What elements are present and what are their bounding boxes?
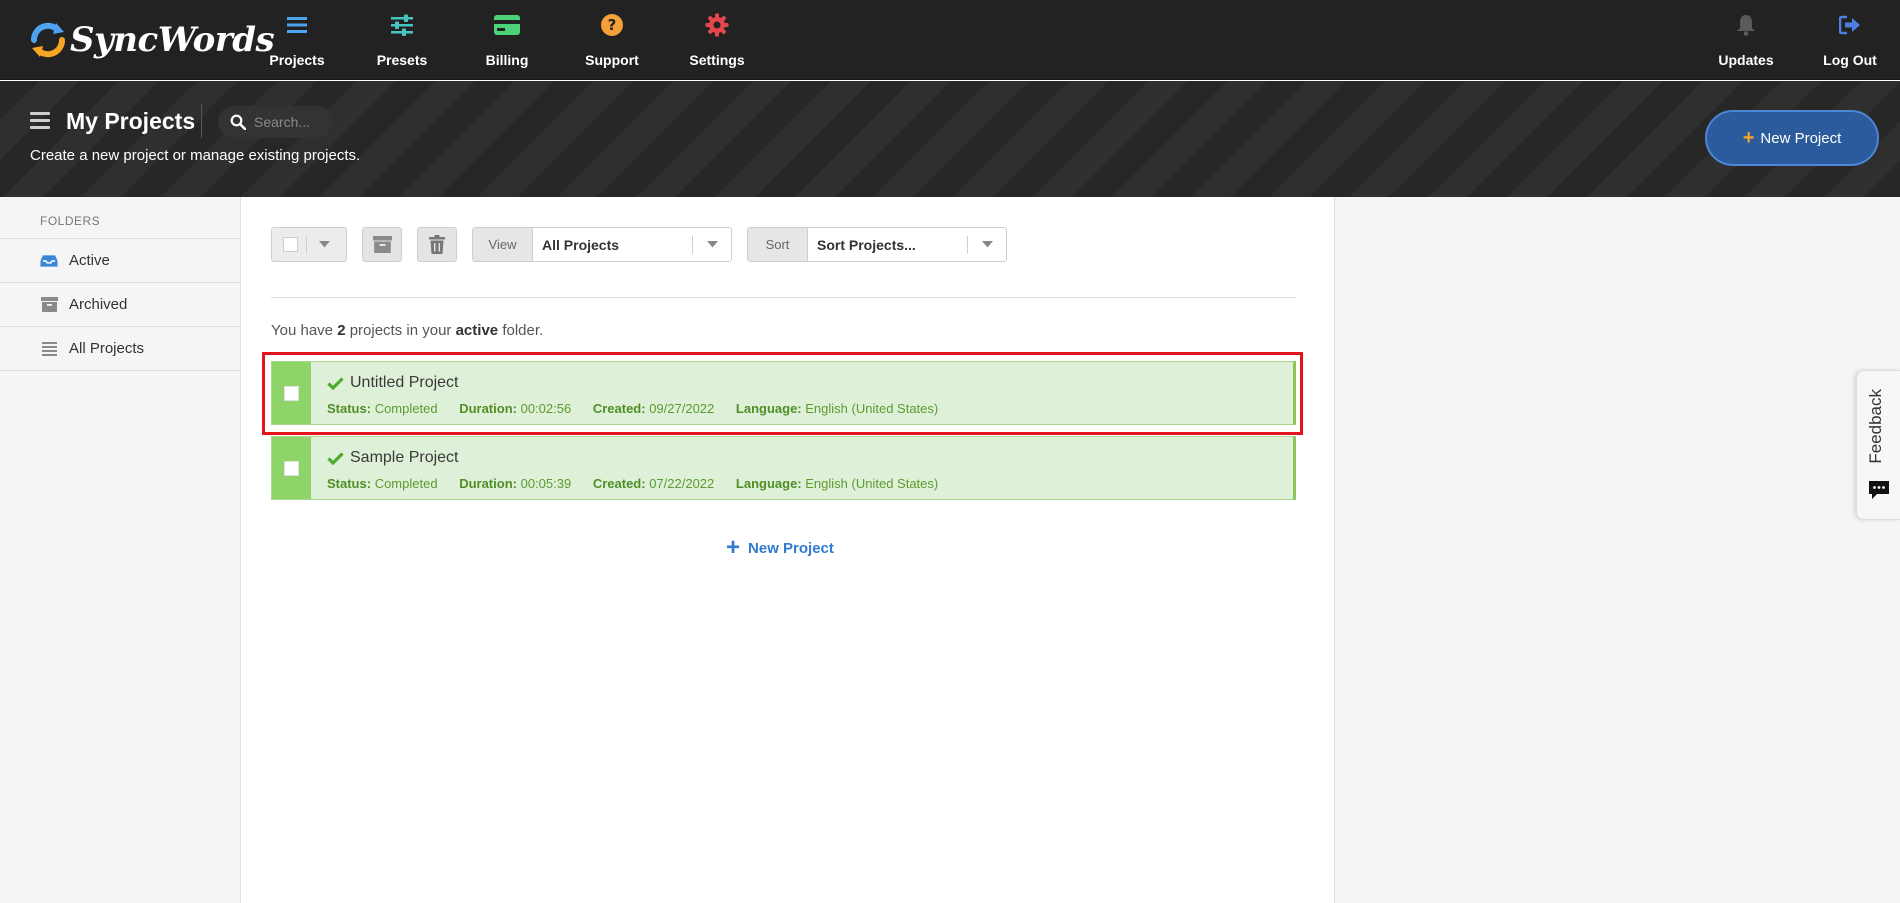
- archive-button[interactable]: [362, 227, 402, 262]
- nav-settings[interactable]: Settings: [667, 0, 767, 80]
- toolbar-divider: [271, 297, 1296, 298]
- sort-label: Sort: [748, 228, 808, 261]
- logo-sync-icon: [30, 22, 66, 58]
- project-name: Sample Project: [350, 449, 459, 466]
- list-icon: [284, 12, 310, 38]
- view-label: View: [473, 228, 533, 261]
- sidebar-item-active[interactable]: Active: [0, 239, 240, 283]
- nav-billing[interactable]: Billing: [457, 0, 557, 80]
- folders-sidebar: FOLDERS Active Archived All Projects: [0, 197, 241, 903]
- project-checkbox[interactable]: [284, 460, 299, 476]
- folders-heading: FOLDERS: [0, 197, 240, 239]
- new-project-button-label: New Project: [1760, 129, 1842, 147]
- search-box[interactable]: [218, 106, 332, 138]
- nav-label: Settings: [689, 52, 745, 68]
- select-all-dropdown[interactable]: [271, 227, 347, 262]
- archive-icon: [40, 297, 58, 313]
- search-icon: [230, 114, 246, 130]
- sort-selected-value: Sort Projects...: [817, 236, 916, 253]
- sort-dropdown[interactable]: Sort Sort Projects...: [747, 227, 1007, 262]
- check-icon: [327, 451, 344, 465]
- plus-icon: +: [726, 534, 741, 561]
- project-meta: Status: Completed Duration: 00:05:39 Cre…: [327, 476, 939, 491]
- search-input[interactable]: [254, 114, 330, 130]
- nav-label: Updates: [1718, 52, 1774, 68]
- nav-support[interactable]: ? Support: [562, 0, 662, 80]
- project-row[interactable]: Untitled Project Status: Completed Durat…: [271, 361, 1296, 425]
- question-icon: ?: [599, 12, 625, 38]
- caret-down-icon: [981, 241, 993, 248]
- nav-label: Presets: [376, 52, 428, 68]
- svg-text:?: ?: [608, 16, 617, 34]
- page-title: My Projects: [66, 108, 196, 134]
- right-panel: [1334, 197, 1900, 903]
- hamburger-menu-icon[interactable]: [30, 112, 50, 133]
- project-checkbox[interactable]: [284, 385, 299, 401]
- project-name: Untitled Project: [350, 374, 459, 391]
- bell-icon: [1733, 12, 1759, 38]
- gear-icon: [704, 12, 730, 38]
- project-count-summary: You have 2 projects in your active folde…: [271, 322, 544, 339]
- sidebar-item-all-projects[interactable]: All Projects: [0, 327, 240, 371]
- sidebar-item-label: Active: [69, 252, 110, 269]
- project-meta: Status: Completed Duration: 00:02:56 Cre…: [327, 401, 939, 416]
- syncwords-logo[interactable]: SyncWords: [28, 16, 275, 64]
- credit-card-icon: [494, 12, 520, 38]
- nav-label: Log Out: [1823, 52, 1877, 68]
- archive-icon: [372, 236, 392, 253]
- view-selected-value: All Projects: [542, 236, 620, 253]
- sidebar-item-archived[interactable]: Archived: [0, 283, 240, 327]
- sidebar-item-label: All Projects: [69, 340, 145, 357]
- plus-icon: +: [1742, 126, 1755, 149]
- top-navbar: SyncWords Projects Presets Billing ? Sup…: [0, 0, 1900, 80]
- comment-icon: [1869, 481, 1889, 499]
- sign-out-icon: [1837, 12, 1863, 38]
- new-project-button[interactable]: + New Project: [1705, 110, 1879, 166]
- sliders-icon: [389, 12, 415, 38]
- page-subtitle: Create a new project or manage existing …: [30, 147, 361, 164]
- nav-label: Projects: [269, 52, 325, 68]
- feedback-tab[interactable]: Feedback: [1856, 370, 1900, 520]
- list-icon: [40, 341, 58, 357]
- nav-label: Support: [585, 52, 639, 68]
- check-icon: [327, 376, 344, 390]
- nav-updates[interactable]: Updates: [1696, 0, 1796, 80]
- brand-name: SyncWords: [70, 20, 275, 60]
- trash-icon: [429, 235, 445, 254]
- inbox-icon: [40, 253, 58, 269]
- feedback-label: Feedback: [1866, 389, 1885, 464]
- nav-logout[interactable]: Log Out: [1800, 0, 1900, 80]
- caret-down-icon: [706, 241, 718, 248]
- view-filter-dropdown[interactable]: View All Projects: [472, 227, 732, 262]
- caret-down-icon: [319, 241, 330, 248]
- new-project-link[interactable]: + New Project: [726, 534, 834, 562]
- delete-button[interactable]: [417, 227, 457, 262]
- nav-label: Billing: [485, 52, 529, 68]
- project-row[interactable]: Sample Project Status: Completed Duratio…: [271, 436, 1296, 500]
- sidebar-item-label: Archived: [69, 296, 128, 313]
- nav-presets[interactable]: Presets: [352, 0, 452, 80]
- select-all-checkbox[interactable]: [283, 237, 298, 252]
- title-divider: [201, 104, 202, 138]
- nav-projects[interactable]: Projects: [247, 0, 347, 80]
- page-header: [0, 81, 1900, 197]
- new-project-link-label: New Project: [748, 539, 834, 557]
